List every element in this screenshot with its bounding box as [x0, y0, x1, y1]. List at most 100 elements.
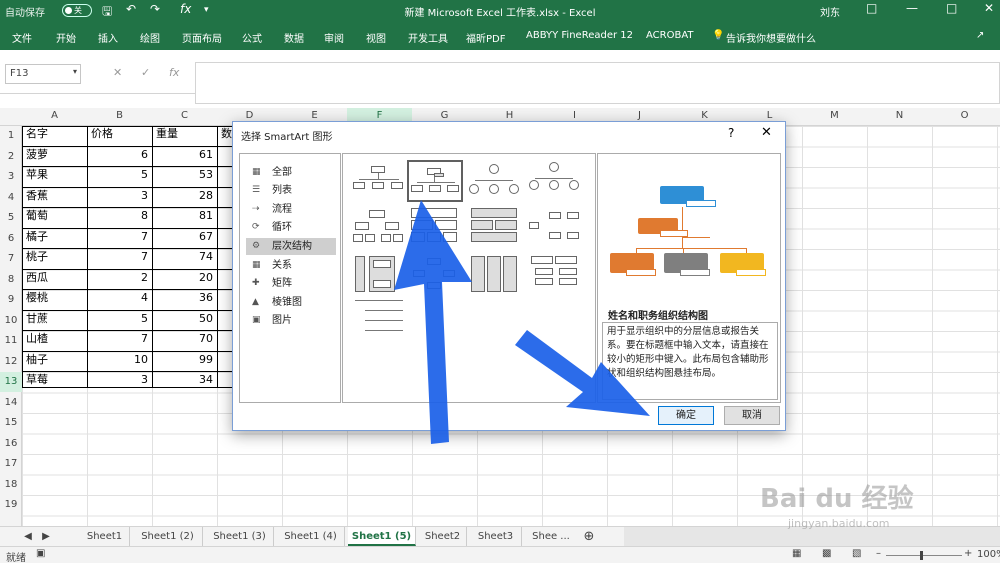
category-process[interactable]: ⇢ 流程 — [246, 201, 336, 218]
name-box[interactable]: F13 ▾ — [5, 64, 81, 84]
tab-data[interactable]: 数据 — [284, 30, 304, 45]
formula-input[interactable] — [195, 62, 1000, 104]
table-cell[interactable]: 67 — [152, 227, 217, 247]
table-cell[interactable]: 8 — [87, 206, 152, 226]
zoom-level[interactable]: 100% — [977, 549, 1000, 560]
tab-insert[interactable]: 插入 — [98, 30, 118, 45]
column-header-h[interactable]: H — [477, 110, 542, 121]
table-cell[interactable]: 10 — [87, 350, 152, 370]
table-cell[interactable]: 桃子 — [22, 247, 52, 267]
maximize-icon[interactable]: □ — [946, 1, 957, 15]
table-cell[interactable]: 菠萝 — [22, 145, 52, 165]
category-matrix[interactable]: ✚ 矩阵 — [246, 275, 336, 292]
sheet-tab[interactable]: Sheet1 — [80, 527, 130, 546]
layout-hierarchy[interactable] — [351, 208, 407, 250]
column-header-e[interactable]: E — [282, 110, 347, 121]
table-cell[interactable]: 橘子 — [22, 227, 52, 247]
row-header[interactable]: 14 — [0, 393, 22, 413]
column-header-a[interactable]: A — [22, 110, 87, 121]
close-icon[interactable]: ✕ — [761, 125, 772, 140]
column-header-g[interactable]: G — [412, 110, 477, 121]
sheet-tab-active[interactable]: Sheet1 (5) — [348, 527, 416, 546]
page-layout-view-icon[interactable]: ▩ — [822, 548, 831, 559]
tab-review[interactable]: 审阅 — [324, 30, 344, 45]
tab-acrobat[interactable]: ACROBAT — [646, 30, 694, 41]
sheet-tab[interactable]: Sheet1 (3) — [206, 527, 274, 546]
help-button[interactable]: ? — [728, 126, 734, 140]
table-cell[interactable]: 34 — [152, 370, 217, 390]
zoom-out-icon[interactable]: – — [876, 548, 881, 559]
column-header-d[interactable]: D — [217, 110, 282, 121]
table-cell[interactable]: 70 — [152, 329, 217, 349]
preview-description[interactable]: 用于显示组织中的分层信息或报告关系。要在标题框中输入文本，请直接在较小的矩形中键… — [602, 322, 778, 400]
scroll-right-icon[interactable]: ▶ — [38, 527, 54, 546]
column-header-i[interactable]: I — [542, 110, 607, 121]
table-cell[interactable]: 2 — [87, 268, 152, 288]
table-cell[interactable]: 甘蔗 — [22, 309, 52, 329]
scroll-left-icon[interactable]: ◀ — [20, 527, 36, 546]
layout-half-circle-org[interactable] — [407, 256, 463, 298]
tab-page-layout[interactable]: 页面布局 — [182, 30, 222, 45]
macro-record-icon[interactable]: ▣ — [36, 548, 45, 559]
enter-formula-icon[interactable]: ✓ — [141, 66, 150, 79]
tab-abbyy[interactable]: ABBYY FineReader 12 — [526, 30, 633, 41]
layout-horizontal-hierarchy[interactable] — [351, 256, 407, 298]
cancel-button[interactable]: 取消 — [724, 406, 780, 425]
layout-table-hierarchy[interactable] — [467, 208, 523, 250]
category-cycle[interactable]: ⟳ 循环 — [246, 219, 336, 236]
category-all[interactable]: ▦ 全部 — [246, 164, 336, 181]
normal-view-icon[interactable]: ▦ — [792, 548, 801, 559]
sheet-tab[interactable]: Sheet1 (4) — [277, 527, 345, 546]
row-header[interactable]: 4 — [0, 188, 22, 208]
table-cell[interactable]: 7 — [87, 329, 152, 349]
ribbon-display-icon[interactable]: □ — [866, 1, 877, 15]
tab-view[interactable]: 视图 — [366, 30, 386, 45]
row-header[interactable]: 17 — [0, 454, 22, 474]
table-cell[interactable]: 7 — [87, 247, 152, 267]
table-cell[interactable]: 5 — [87, 309, 152, 329]
row-header[interactable]: 3 — [0, 167, 22, 187]
sheet-tab[interactable]: Sheet3 — [470, 527, 522, 546]
table-cell[interactable]: 81 — [152, 206, 217, 226]
table-cell[interactable]: 5 — [87, 165, 152, 185]
ok-button[interactable]: 确定 — [658, 406, 714, 425]
layout-lined-list[interactable] — [351, 296, 407, 338]
table-cell[interactable]: 香蕉 — [22, 186, 52, 206]
column-header-b[interactable]: B — [87, 110, 152, 121]
column-header-m[interactable]: M — [802, 110, 867, 121]
layout-circle-hierarchy[interactable] — [467, 160, 523, 202]
category-hierarchy[interactable]: ⚙ 层次结构 — [246, 238, 336, 255]
row-header[interactable]: 15 — [0, 413, 22, 433]
category-picture[interactable]: ▣ 图片 — [246, 312, 336, 329]
row-header[interactable]: 6 — [0, 229, 22, 249]
row-header[interactable]: 7 — [0, 249, 22, 269]
zoom-slider-thumb[interactable] — [920, 551, 923, 560]
table-cell[interactable]: 葡萄 — [22, 206, 52, 226]
tab-foxit-pdf[interactable]: 福昕PDF — [466, 30, 505, 45]
table-cell[interactable]: 28 — [152, 186, 217, 206]
row-header[interactable]: 8 — [0, 270, 22, 290]
tab-home[interactable]: 开始 — [56, 30, 76, 45]
table-cell[interactable]: 西瓜 — [22, 268, 52, 288]
layout-horizontal-org-chart[interactable] — [527, 208, 583, 250]
zoom-slider[interactable] — [886, 555, 962, 556]
row-header[interactable]: 19 — [0, 495, 22, 515]
add-sheet-icon[interactable]: ⊕ — [580, 527, 598, 546]
column-header-k[interactable]: K — [672, 110, 737, 121]
column-header-o[interactable]: O — [932, 110, 997, 121]
row-header[interactable]: 10 — [0, 311, 22, 331]
tab-developer[interactable]: 开发工具 — [408, 30, 448, 45]
tab-draw[interactable]: 绘图 — [140, 30, 160, 45]
tell-me-search[interactable]: 告诉我你想要做什么 — [726, 30, 816, 45]
header-cell[interactable]: 价格 — [87, 124, 117, 144]
row-header[interactable]: 12 — [0, 352, 22, 372]
header-cell[interactable]: 名字 — [22, 124, 52, 144]
sheet-tab-overflow[interactable]: Shee ... — [525, 527, 577, 546]
table-cell[interactable]: 柚子 — [22, 350, 52, 370]
zoom-in-icon[interactable]: + — [964, 548, 972, 559]
row-header[interactable]: 16 — [0, 434, 22, 454]
layout-picture-org-chart[interactable] — [527, 160, 583, 202]
table-cell[interactable]: 7 — [87, 227, 152, 247]
table-cell[interactable]: 53 — [152, 165, 217, 185]
table-cell[interactable]: 99 — [152, 350, 217, 370]
